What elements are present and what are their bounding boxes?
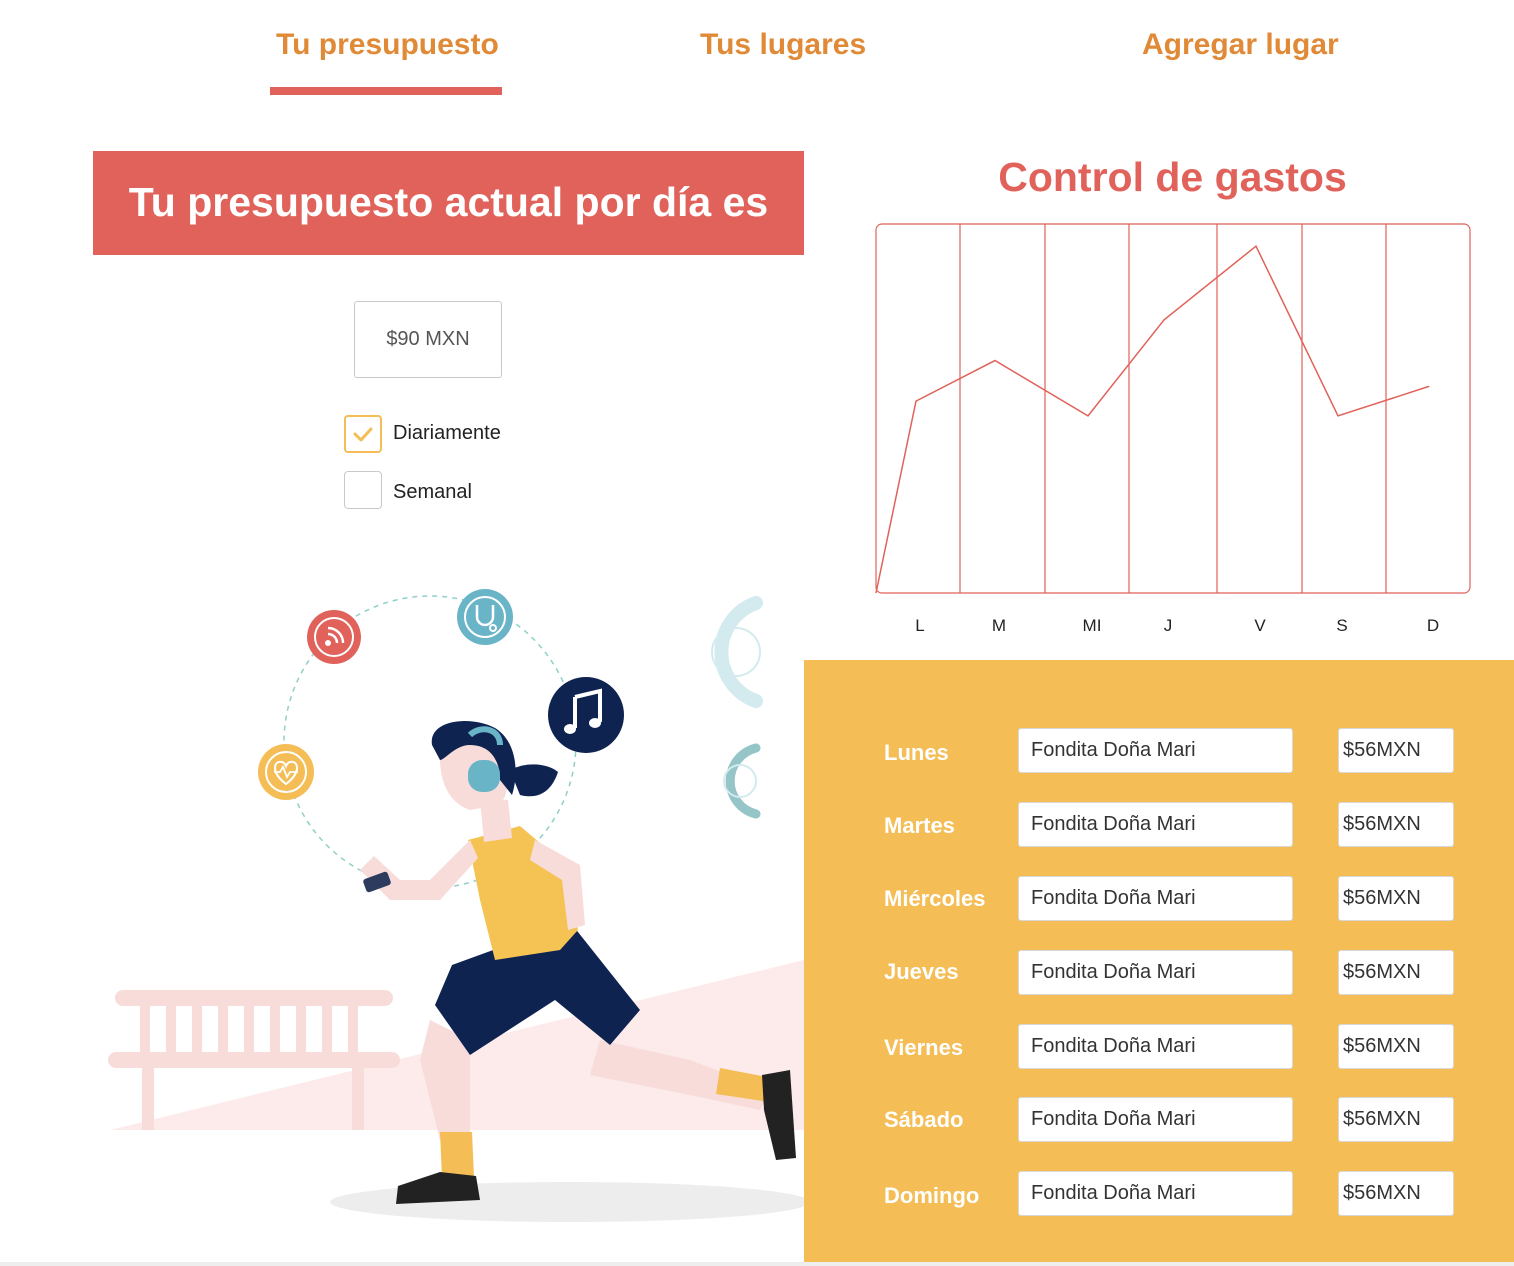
expense-price-input[interactable]: $56MXN: [1338, 876, 1454, 921]
expense-day-label: Viernes: [884, 1035, 964, 1060]
chart-x-tick-label: MI: [1083, 616, 1102, 635]
runner-illustration: [108, 589, 804, 1222]
tab-agregar-lugar[interactable]: Agregar lugar: [1142, 28, 1339, 62]
chart-data-point: [994, 360, 996, 362]
chart-x-tick-label: V: [1254, 616, 1266, 635]
chart-data-point: [1428, 385, 1430, 387]
chart-frame: [875, 223, 1471, 594]
expense-price-input[interactable]: $56MXN: [1338, 1097, 1454, 1142]
progress-ring-large: [714, 596, 763, 708]
expense-price-input[interactable]: $56MXN: [1338, 1171, 1454, 1216]
expense-place-input[interactable]: Fondita Doña Mari: [1018, 876, 1293, 921]
rss-icon: [307, 610, 361, 664]
chart-x-tick-label: L: [915, 616, 924, 635]
heart-rate-icon: [258, 744, 314, 800]
expense-day-label: Sábado: [884, 1107, 964, 1132]
expense-day-label: Martes: [884, 813, 955, 838]
stethoscope-icon: [457, 589, 513, 645]
chart-data-point: [1337, 415, 1339, 417]
chart-data-point: [1163, 319, 1165, 321]
chart-data-point: [1255, 245, 1257, 247]
expense-day-label: Domingo: [884, 1183, 980, 1208]
expense-day-label: Miércoles: [884, 886, 986, 911]
chart-data-point: [1087, 415, 1089, 417]
music-note-icon: [548, 677, 624, 753]
chart-x-tick-label: J: [1164, 616, 1173, 635]
chart-x-tick-label: M: [992, 616, 1006, 635]
chart-title: Control de gastos: [998, 154, 1347, 200]
expense-day-label: Jueves: [884, 959, 959, 984]
expense-day-label: Lunes: [884, 740, 949, 765]
expense-price-input[interactable]: $56MXN: [1338, 950, 1454, 995]
expense-place-input[interactable]: Fondita Doña Mari: [1018, 950, 1293, 995]
expense-price-input[interactable]: $56MXN: [1338, 1024, 1454, 1069]
expense-place-input[interactable]: Fondita Doña Mari: [1018, 802, 1293, 847]
progress-ring-small: [725, 743, 761, 819]
expense-place-input[interactable]: Fondita Doña Mari: [1018, 1171, 1293, 1216]
expense-price-input[interactable]: $56MXN: [1338, 802, 1454, 847]
chart-series-line: [875, 244, 1430, 594]
chart-x-tick-label: D: [1427, 616, 1439, 635]
expense-place-input[interactable]: Fondita Doña Mari: [1018, 1024, 1293, 1069]
page-bottom-border: [0, 1262, 1514, 1266]
chart-x-tick-label: S: [1336, 616, 1347, 635]
expense-place-input[interactable]: Fondita Doña Mari: [1018, 1097, 1293, 1142]
expense-place-input[interactable]: Fondita Doña Mari: [1018, 728, 1293, 773]
chart-data-point: [915, 400, 917, 402]
expense-price-input[interactable]: $56MXN: [1338, 728, 1454, 773]
